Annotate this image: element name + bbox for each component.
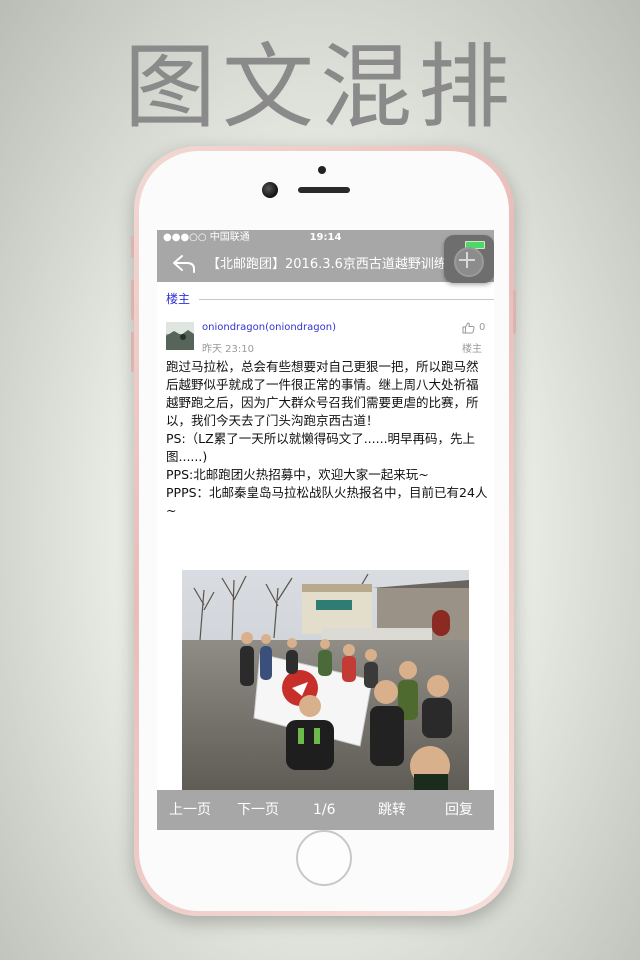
divider [199,299,494,300]
bottom-toolbar: 上一页 下一页 1/6 跳转 回复 [157,790,494,830]
post-paragraph: PPPS：北邮秦皇岛马拉松战队火热报名中，目前已有24人~ [166,485,488,518]
prev-page-button[interactable]: 上一页 [169,790,211,830]
owner-label: 楼主 [166,292,191,306]
post-paragraph: 跑过马拉松，总会有些想要对自己更狠一把，所以跑马然后越野似乎就成了一件很正常的事… [166,359,479,428]
volume-up-button [131,280,134,320]
volume-down-button [131,332,134,372]
group-photo-image [182,570,469,790]
post-author[interactable]: oniondragon(oniondragon) [202,322,336,333]
page-indicator[interactable]: 1/6 [313,790,336,830]
owner-section-header: 楼主 [157,290,494,310]
mute-switch [131,236,134,258]
post-photo[interactable] [182,570,469,790]
power-button [513,290,516,334]
home-button[interactable] [296,830,352,886]
avatar[interactable] [166,322,194,350]
front-camera [262,182,278,198]
post-paragraph: PS:（LZ累了一天所以就懒得码文了......明早再码，先上图......) [166,431,476,464]
avatar-image [166,322,194,350]
jump-button[interactable]: 跳转 [378,790,406,830]
back-arrow-icon[interactable] [171,252,197,276]
post-time: 昨天 23:10 [202,344,254,355]
post-paragraph: PPS:北邮跑团火热招募中，欢迎大家一起来玩~ [166,467,429,482]
next-page-button[interactable]: 下一页 [237,790,279,830]
earpiece-speaker [298,187,350,193]
thread-title: 【北邮跑团】2016.3.6京西古道越野训练 [207,257,447,272]
headline: 图文混排 [123,34,516,141]
like-count: 0 [479,322,486,333]
plus-circle [454,247,484,277]
thumbs-up-icon[interactable] [462,322,475,334]
reply-button[interactable]: 回复 [445,790,473,830]
app-screen: ●●●○○ 中国联通 19:14 【北邮跑团】2016.3.6京西古道越野训练 … [157,230,494,830]
floor-label: 楼主 [462,344,482,355]
proximity-sensor [318,166,326,174]
floating-add-button[interactable] [444,235,494,283]
post-body: 跑过马拉松，总会有些想要对自己更狠一把，所以跑马然后越野似乎就成了一件很正常的事… [166,358,488,520]
